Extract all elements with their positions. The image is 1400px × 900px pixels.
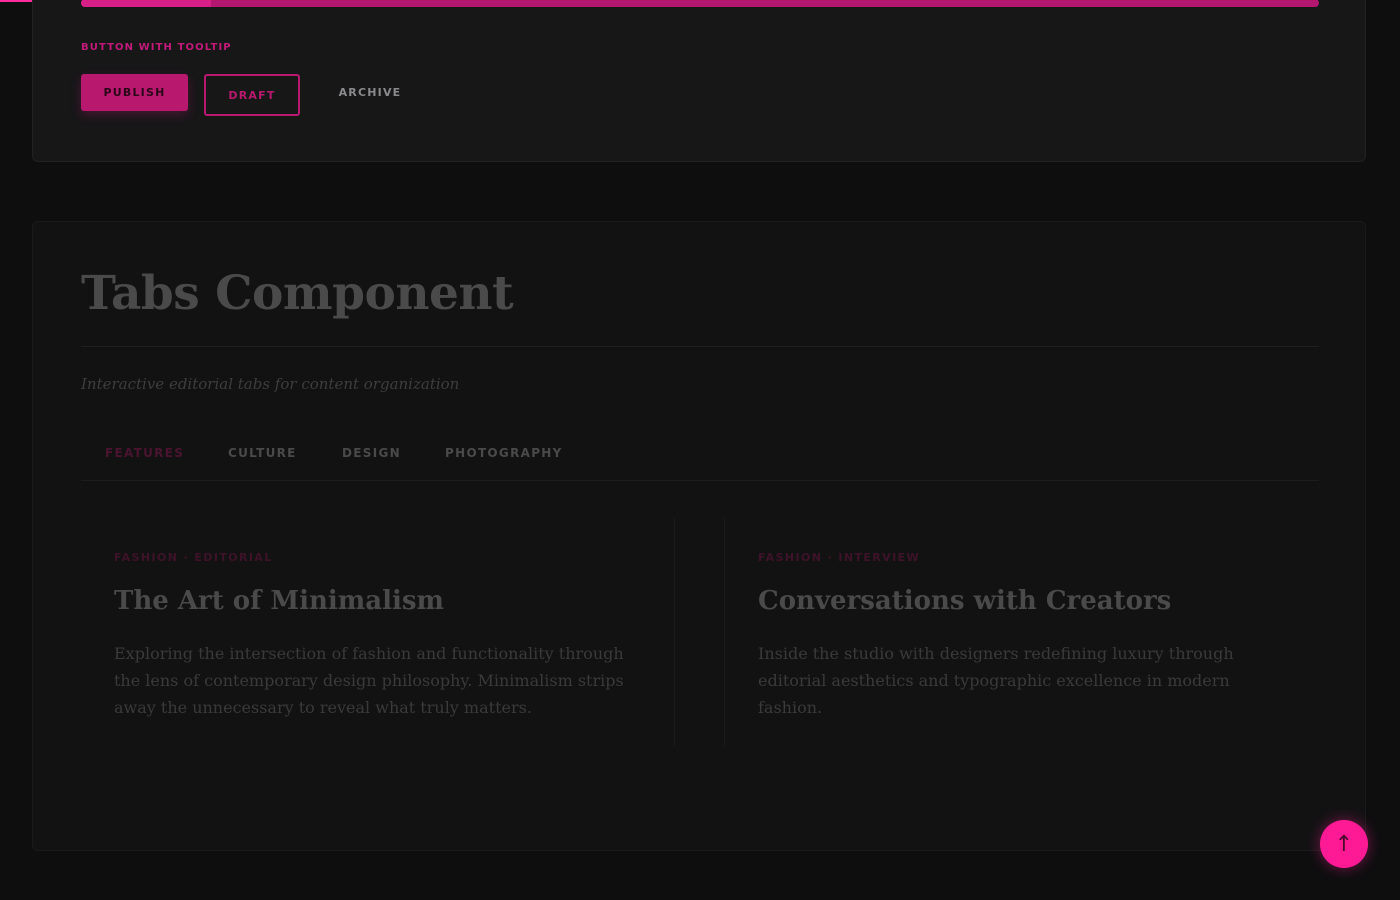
- article-title: Conversations with Creators: [758, 586, 1172, 616]
- archive-button[interactable]: ARCHIVE: [333, 74, 407, 111]
- section-subtitle: Interactive editorial tabs for content o…: [81, 375, 460, 393]
- article-body: Inside the studio with designers redefin…: [758, 644, 1234, 717]
- draft-button[interactable]: DRAFT: [204, 74, 300, 116]
- progress-slider[interactable]: [81, 0, 1319, 7]
- tab-photography[interactable]: PHOTOGRAPHY: [445, 446, 563, 460]
- article-card[interactable]: FASHION · INTERVIEW Conversations with C…: [724, 518, 1318, 746]
- tab-features[interactable]: FEATURES: [105, 446, 184, 460]
- section-title: Tabs Component: [81, 266, 514, 321]
- tab-design[interactable]: DESIGN: [342, 446, 401, 460]
- button-demo-card: BUTTON WITH TOOLTIP PUBLISH DRAFT ARCHIV…: [32, 0, 1366, 162]
- tab-culture[interactable]: CULTURE: [228, 446, 297, 460]
- tabs-component-card: Tabs Component Interactive editorial tab…: [32, 221, 1366, 851]
- arrow-up-icon: ↑: [1334, 831, 1354, 857]
- publish-button[interactable]: PUBLISH: [81, 74, 188, 111]
- article-kicker: FASHION · INTERVIEW: [758, 551, 921, 564]
- article-kicker: FASHION · EDITORIAL: [114, 551, 273, 564]
- article-title: The Art of Minimalism: [114, 586, 445, 616]
- progress-slider-fill: [81, 0, 211, 7]
- divider: [81, 346, 1319, 347]
- back-to-top-button[interactable]: ↑: [1320, 820, 1368, 868]
- article-body: Exploring the intersection of fashion an…: [114, 644, 624, 717]
- article-card[interactable]: FASHION · EDITORIAL The Art of Minimalis…: [81, 518, 675, 746]
- tab-bar: FEATURES CULTURE DESIGN PHOTOGRAPHY: [81, 442, 1319, 481]
- section-label: BUTTON WITH TOOLTIP: [81, 42, 232, 53]
